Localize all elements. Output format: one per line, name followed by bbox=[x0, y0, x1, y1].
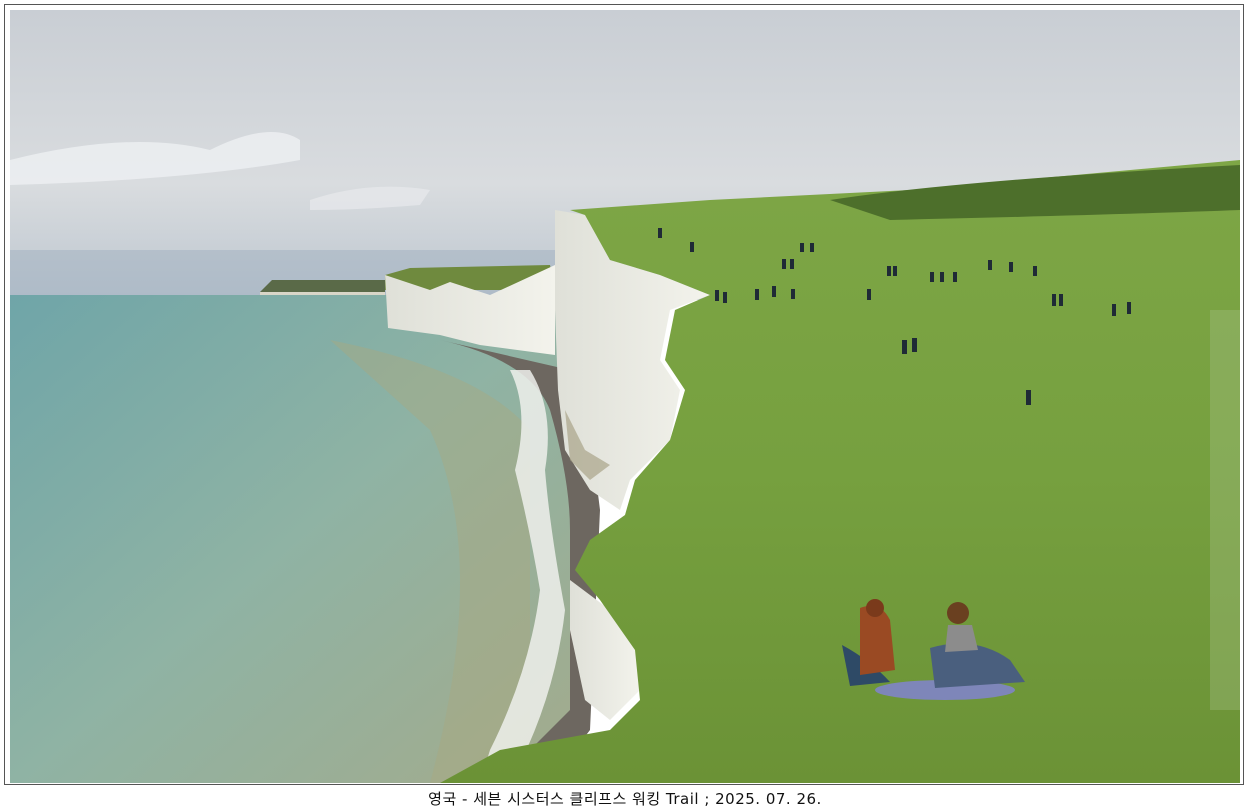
landscape-photo bbox=[10, 10, 1240, 783]
photo-drawing bbox=[10, 10, 1240, 783]
photo-caption: 영국 - 세븐 시스터스 클리프스 워킹 Trail ; 2025. 07. 2… bbox=[428, 790, 822, 808]
edge-haze bbox=[1210, 310, 1240, 710]
